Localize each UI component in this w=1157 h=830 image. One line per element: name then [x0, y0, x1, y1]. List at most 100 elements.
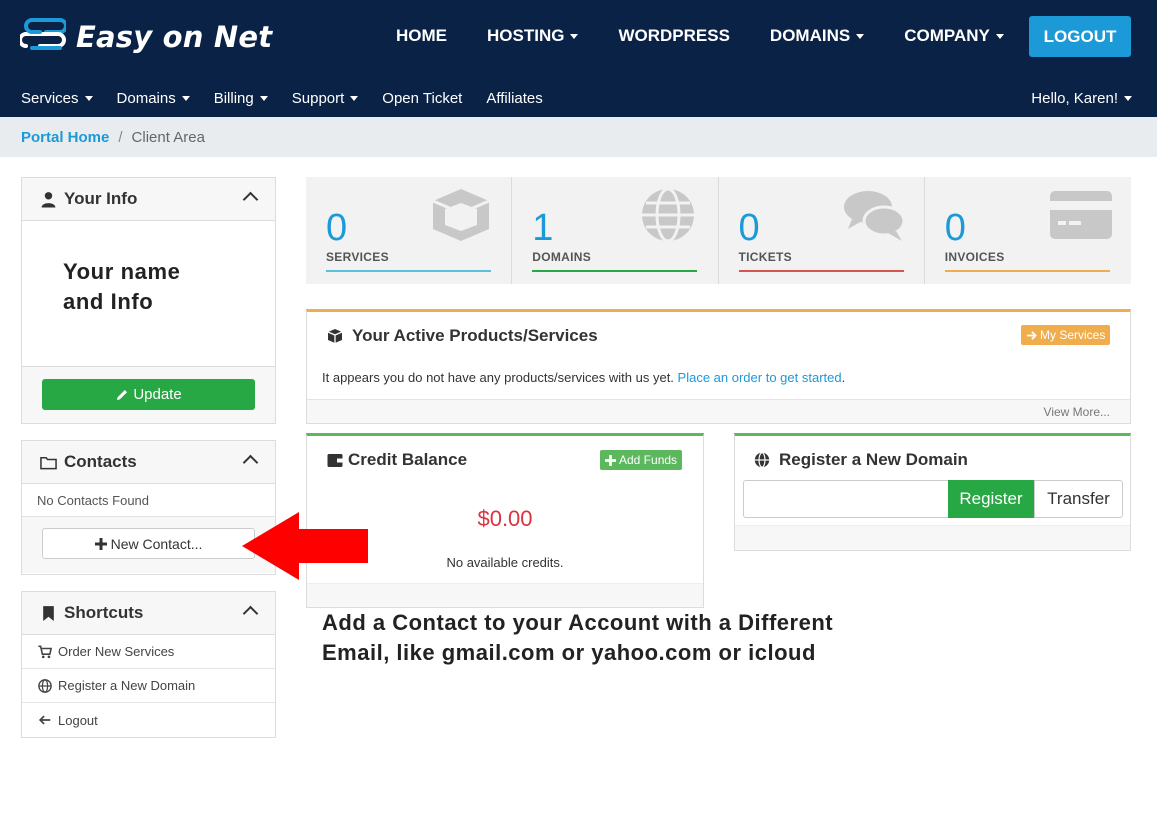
- shortcut-order-new-services[interactable]: Order New Services: [22, 635, 275, 669]
- cube-icon: [432, 189, 490, 241]
- caret-down-icon: [1124, 96, 1132, 101]
- subnav-services[interactable]: Services: [21, 90, 93, 107]
- active-products-footer: View More...: [307, 399, 1130, 423]
- shortcut-logout[interactable]: Logout: [22, 703, 275, 737]
- chevron-up-icon[interactable]: [242, 191, 259, 208]
- pencil-icon: [117, 389, 128, 400]
- update-button[interactable]: Update: [42, 379, 255, 410]
- stat-domains-value: 1: [532, 207, 554, 249]
- domain-search-input[interactable]: [743, 480, 949, 518]
- stat-tickets-value: 0: [738, 207, 760, 249]
- stat-services-value: 0: [326, 207, 348, 249]
- shortcuts-card: Shortcuts Order New Services Register a …: [21, 591, 276, 738]
- contacts-footer: New Contact...: [22, 517, 275, 573]
- globe-icon: [38, 678, 52, 693]
- logo-icon: [20, 18, 66, 50]
- globe-icon: [754, 452, 770, 468]
- logout-button[interactable]: LOGOUT: [1029, 16, 1131, 57]
- folder-icon: [40, 456, 57, 469]
- your-info-header[interactable]: Your Info: [22, 178, 275, 221]
- caret-down-icon: [995, 33, 1004, 39]
- stat-invoices-label: INVOICES: [944, 250, 1005, 264]
- subnav-support[interactable]: Support: [292, 90, 359, 107]
- shortcuts-header[interactable]: Shortcuts: [22, 592, 275, 635]
- nav-home[interactable]: HOME: [396, 26, 447, 46]
- view-more-link[interactable]: View More...: [1044, 405, 1110, 419]
- your-info-footer: Update: [22, 366, 275, 423]
- chevron-up-icon[interactable]: [242, 605, 259, 622]
- subnav-affiliates[interactable]: Affiliates: [486, 90, 542, 107]
- stat-services-label: SERVICES: [326, 250, 389, 264]
- contacts-header[interactable]: Contacts: [22, 441, 275, 484]
- credit-card-icon: [1050, 191, 1112, 239]
- caret-down-icon: [856, 33, 865, 39]
- main-nav: HOME HOSTING WORDPRESS DOMAINS COMPANY: [396, 26, 1044, 46]
- breadcrumb: Portal Home / Client Area: [0, 117, 1157, 157]
- cart-icon: [38, 645, 52, 658]
- no-contacts-text: No Contacts Found: [22, 484, 275, 517]
- user-menu[interactable]: Hello, Karen!: [1031, 90, 1132, 107]
- caret-down-icon: [570, 33, 579, 39]
- transfer-button[interactable]: Transfer: [1034, 480, 1123, 518]
- shortcuts-list: Order New Services Register a New Domain…: [22, 635, 275, 737]
- plus-icon: [94, 537, 107, 550]
- breadcrumb-separator: /: [118, 128, 123, 146]
- register-domain-panel: Register a New Domain Register Transfer: [734, 433, 1131, 551]
- add-funds-button[interactable]: Add Funds: [600, 450, 683, 470]
- place-order-link[interactable]: Place an order to get started: [678, 370, 842, 385]
- stat-invoices-bar: [944, 270, 1110, 272]
- brand-logo[interactable]: Easy on Net: [20, 14, 272, 60]
- stat-tickets[interactable]: 0 TICKETS: [719, 177, 925, 284]
- your-info-placeholder: Your name and Info: [63, 259, 181, 314]
- caret-down-icon: [84, 96, 93, 101]
- nav-company[interactable]: COMPANY: [904, 26, 1004, 46]
- stat-domains-label: DOMAINS: [532, 250, 592, 264]
- annotation-text: Add a Contact to your Account with a Dif…: [322, 610, 834, 665]
- subnav-domains[interactable]: Domains: [117, 90, 190, 107]
- nav-domains[interactable]: DOMAINS: [770, 26, 865, 46]
- your-info-title: Your Info: [64, 189, 138, 208]
- globe-icon: [641, 187, 694, 243]
- caret-down-icon: [259, 96, 268, 101]
- subnav-billing[interactable]: Billing: [214, 90, 268, 107]
- wallet-icon: [327, 453, 343, 467]
- stat-domains[interactable]: 1 DOMAINS: [512, 177, 719, 284]
- new-contact-button[interactable]: New Contact...: [42, 528, 255, 559]
- stat-tickets-bar: [738, 270, 904, 272]
- active-products-panel: Your Active Products/Services My Service…: [306, 309, 1131, 424]
- secondary-nav: Services Domains Billing Support Open Ti…: [0, 78, 1157, 117]
- stat-tickets-label: TICKETS: [738, 250, 792, 264]
- top-header: Easy on Net HOME HOSTING WORDPRESS DOMAI…: [0, 0, 1157, 78]
- chevron-up-icon[interactable]: [242, 454, 259, 471]
- register-button[interactable]: Register: [948, 480, 1034, 518]
- stat-domains-bar: [532, 270, 698, 272]
- plus-icon: [605, 454, 616, 466]
- stat-services-bar: [326, 270, 491, 272]
- active-products-title: Your Active Products/Services: [327, 326, 598, 346]
- stat-invoices-value: 0: [944, 207, 966, 249]
- stats-row: 0 SERVICES 1 DOMAINS 0 TICKETS 0 INVOICE…: [306, 177, 1131, 284]
- brand-name: Easy on Net: [76, 20, 273, 54]
- your-info-body: Your name and Info: [22, 221, 275, 366]
- no-products-message: It appears you do not have any products/…: [322, 370, 846, 385]
- credit-balance-title: Credit Balance: [327, 450, 467, 470]
- caret-down-icon: [350, 96, 359, 101]
- contacts-card: Contacts No Contacts Found New Contact..…: [21, 440, 276, 575]
- contacts-title: Contacts: [64, 452, 137, 471]
- comments-icon: [843, 191, 906, 241]
- caret-down-icon: [181, 96, 190, 101]
- nav-wordpress[interactable]: WORDPRESS: [618, 26, 729, 46]
- my-services-button[interactable]: My Services: [1021, 325, 1111, 345]
- nav-hosting[interactable]: HOSTING: [487, 26, 579, 46]
- stat-invoices[interactable]: 0 INVOICES: [925, 177, 1131, 284]
- breadcrumb-current: Client Area: [131, 128, 205, 146]
- credit-balance-footer: [307, 583, 703, 607]
- shortcuts-title: Shortcuts: [64, 603, 144, 622]
- breadcrumb-home-link[interactable]: Portal Home: [21, 129, 109, 146]
- red-arrow-annotation: [242, 512, 368, 580]
- stat-services[interactable]: 0 SERVICES: [306, 177, 513, 284]
- subnav-open-ticket[interactable]: Open Ticket: [382, 90, 462, 107]
- shortcut-register-domain[interactable]: Register a New Domain: [22, 669, 275, 703]
- user-icon: [41, 191, 56, 207]
- arrow-right-icon: [1026, 330, 1037, 340]
